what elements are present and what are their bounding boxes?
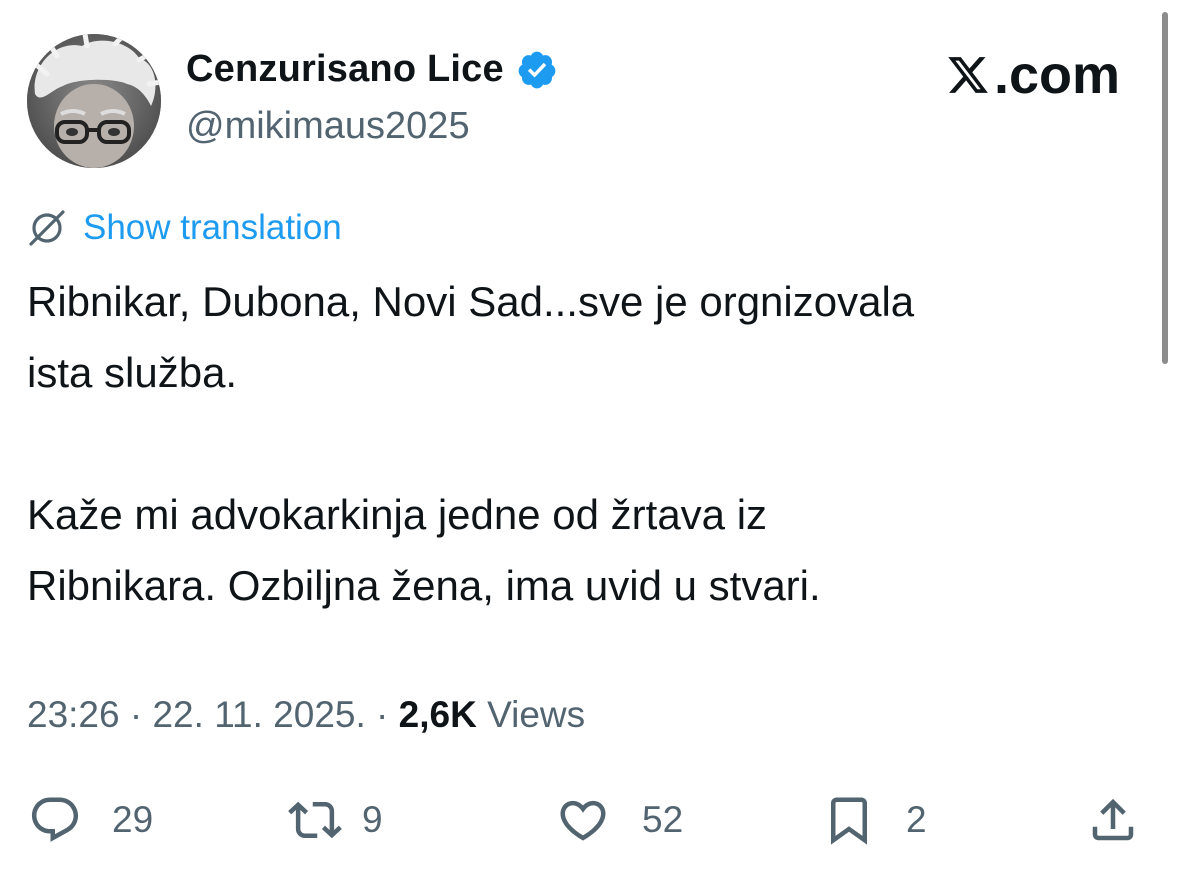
speech-bubble-icon [31, 797, 79, 842]
reply-button[interactable]: 29 [28, 790, 153, 850]
repost-count: 9 [362, 799, 383, 840]
display-name[interactable]: Cenzurisano Lice [186, 48, 504, 91]
like-button[interactable]: 52 [556, 790, 683, 850]
x-logo-icon [948, 57, 988, 93]
repost-button[interactable]: 9 [288, 790, 383, 850]
bookmark-icon [831, 797, 867, 845]
show-translation-button[interactable]: Show translation [27, 208, 342, 248]
show-translation-label[interactable]: Show translation [83, 208, 342, 248]
brand-site: .com [993, 45, 1120, 105]
views-label: Views [487, 694, 586, 735]
brand-logo: .com [946, 44, 1120, 106]
display-name-row[interactable]: Cenzurisano Lice [186, 48, 558, 91]
meta-separator: · [376, 694, 389, 735]
reply-count: 29 [112, 799, 154, 840]
tweet-time[interactable]: 23:26 [27, 694, 120, 735]
share-upload-icon [1092, 798, 1134, 841]
tweet-line: Ribnikar, Dubona, Novi Sad...sve je orgn… [27, 278, 915, 325]
repost-arrows-icon [288, 801, 342, 839]
heart-icon [560, 800, 606, 841]
tweet-paragraph-2: Kaže mi advokarkinja jedne od žrtava iz … [27, 479, 1137, 621]
views-count[interactable]: 2,6K [399, 694, 477, 735]
avatar-image [27, 34, 161, 168]
user-handle[interactable]: @mikimaus2025 [186, 105, 470, 148]
bookmark-button[interactable]: 2 [822, 790, 927, 850]
share-button[interactable] [1086, 790, 1140, 850]
bookmark-count: 2 [906, 799, 927, 840]
avatar[interactable] [27, 34, 161, 168]
tweet-line: Kaže mi advokarkinja jedne od žrtava iz [27, 491, 768, 538]
like-count: 52 [642, 799, 684, 840]
verified-badge-icon [518, 51, 556, 88]
scrollbar[interactable] [1162, 12, 1168, 364]
globe-slash-icon [29, 210, 65, 246]
tweet-date[interactable]: 22. 11. 2025. [152, 694, 365, 735]
tweet-line: Ribnikara. Ozbiljna žena, ima uvid u stv… [27, 562, 821, 609]
tweet-paragraph-1: Ribnikar, Dubona, Novi Sad...sve je orgn… [27, 266, 1137, 408]
meta-separator: · [129, 694, 143, 735]
tweet-meta: 23:26 · 22. 11. 2025. · 2,6K Views [27, 694, 585, 736]
tweet-text: Ribnikar, Dubona, Novi Sad...sve je orgn… [27, 266, 1137, 621]
action-bar: 29 9 52 2 [0, 790, 1178, 850]
tweet-line: ista služba. [27, 349, 238, 396]
